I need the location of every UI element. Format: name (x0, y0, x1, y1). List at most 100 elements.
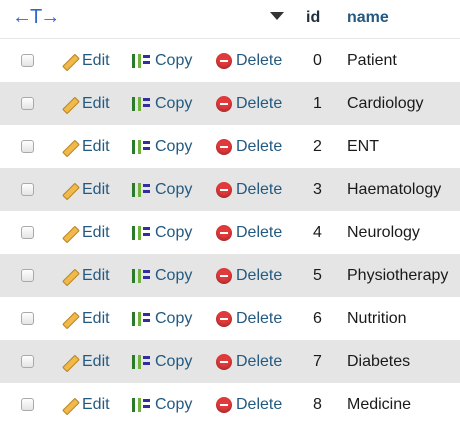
pencil-icon (60, 267, 78, 285)
delete-link[interactable]: Delete (216, 168, 282, 211)
pencil-icon (60, 224, 78, 242)
row-checkbox[interactable] (21, 140, 34, 153)
copy-label: Copy (155, 180, 193, 198)
edit-link[interactable]: Edit (60, 168, 110, 211)
delete-link[interactable]: Delete (216, 254, 282, 297)
edit-link[interactable]: Edit (60, 82, 110, 125)
column-header-id[interactable]: id (306, 9, 320, 27)
copy-link[interactable]: Copy (131, 254, 192, 297)
delete-link[interactable]: Delete (216, 125, 282, 168)
pencil-icon (60, 310, 78, 328)
cell-name: Physiotherapy (347, 266, 449, 284)
row-checkbox[interactable] (21, 226, 34, 239)
edit-link[interactable]: Edit (60, 125, 110, 168)
table-row: Edit Copy Delete 4 Neurology (0, 211, 460, 254)
row-checkbox[interactable] (21, 355, 34, 368)
cell-id: 3 (313, 180, 322, 198)
copy-link[interactable]: Copy (131, 39, 192, 82)
copy-icon (131, 224, 151, 242)
copy-link[interactable]: Copy (131, 125, 192, 168)
delete-label: Delete (236, 180, 283, 198)
table-header: ←T→ id name (0, 0, 460, 39)
copy-label: Copy (155, 94, 193, 112)
copy-label: Copy (155, 309, 193, 327)
delete-icon (216, 267, 232, 284)
copy-label: Copy (155, 352, 193, 370)
table-row: Edit Copy Delete 6 Nutrition (0, 297, 460, 340)
cell-id: 1 (313, 94, 322, 112)
cell-id: 7 (313, 352, 322, 370)
copy-link[interactable]: Copy (131, 211, 192, 254)
pencil-icon (60, 95, 78, 113)
delete-icon (216, 181, 232, 198)
copy-icon (131, 310, 151, 328)
copy-label: Copy (155, 51, 193, 69)
table-row: Edit Copy Delete 2 ENT (0, 125, 460, 168)
cell-id: 4 (313, 223, 322, 241)
edit-label: Edit (82, 223, 110, 241)
cell-name: Cardiology (347, 94, 424, 112)
cell-id: 2 (313, 137, 322, 155)
copy-link[interactable]: Copy (131, 383, 192, 426)
delete-label: Delete (236, 266, 283, 284)
row-checkbox[interactable] (21, 398, 34, 411)
delete-label: Delete (236, 352, 283, 370)
copy-icon (131, 95, 151, 113)
edit-label: Edit (82, 94, 110, 112)
edit-link[interactable]: Edit (60, 211, 110, 254)
column-header-name[interactable]: name (347, 9, 389, 27)
delete-icon (216, 396, 232, 413)
edit-link[interactable]: Edit (60, 39, 110, 82)
copy-icon (131, 353, 151, 371)
delete-icon (216, 224, 232, 241)
delete-link[interactable]: Delete (216, 82, 282, 125)
delete-link[interactable]: Delete (216, 297, 282, 340)
row-checkbox[interactable] (21, 97, 34, 110)
row-checkbox[interactable] (21, 54, 34, 67)
copy-link[interactable]: Copy (131, 168, 192, 211)
table-row: Edit Copy Delete 3 Haematology (0, 168, 460, 211)
edit-label: Edit (82, 395, 110, 413)
copy-icon (131, 138, 151, 156)
table-row: Edit Copy Delete 0 Patient (0, 39, 460, 82)
delete-link[interactable]: Delete (216, 340, 282, 383)
copy-icon (131, 396, 151, 414)
delete-link[interactable]: Delete (216, 383, 282, 426)
pencil-icon (60, 396, 78, 414)
edit-link[interactable]: Edit (60, 254, 110, 297)
edit-label: Edit (82, 352, 110, 370)
delete-label: Delete (236, 94, 283, 112)
copy-link[interactable]: Copy (131, 340, 192, 383)
column-resize-arrows[interactable]: ←T→ (12, 6, 60, 29)
cell-name: Medicine (347, 395, 412, 413)
edit-link[interactable]: Edit (60, 297, 110, 340)
delete-label: Delete (236, 395, 283, 413)
cell-id: 8 (313, 395, 322, 413)
pencil-icon (60, 353, 78, 371)
row-checkbox[interactable] (21, 269, 34, 282)
copy-icon (131, 181, 151, 199)
edit-link[interactable]: Edit (60, 340, 110, 383)
row-checkbox[interactable] (21, 183, 34, 196)
delete-link[interactable]: Delete (216, 39, 282, 82)
delete-icon (216, 310, 232, 327)
delete-link[interactable]: Delete (216, 211, 282, 254)
pencil-icon (60, 52, 78, 70)
delete-label: Delete (236, 223, 283, 241)
cell-name: ENT (347, 137, 379, 155)
table-row: Edit Copy Delete 1 Cardiology (0, 82, 460, 125)
copy-label: Copy (155, 266, 193, 284)
copy-link[interactable]: Copy (131, 82, 192, 125)
pencil-icon (60, 181, 78, 199)
delete-icon (216, 353, 232, 370)
copy-icon (131, 267, 151, 285)
edit-label: Edit (82, 137, 110, 155)
sort-dropdown-icon[interactable] (270, 12, 284, 20)
copy-link[interactable]: Copy (131, 297, 192, 340)
edit-label: Edit (82, 51, 110, 69)
copy-label: Copy (155, 395, 193, 413)
edit-link[interactable]: Edit (60, 383, 110, 426)
edit-label: Edit (82, 266, 110, 284)
copy-label: Copy (155, 137, 193, 155)
row-checkbox[interactable] (21, 312, 34, 325)
